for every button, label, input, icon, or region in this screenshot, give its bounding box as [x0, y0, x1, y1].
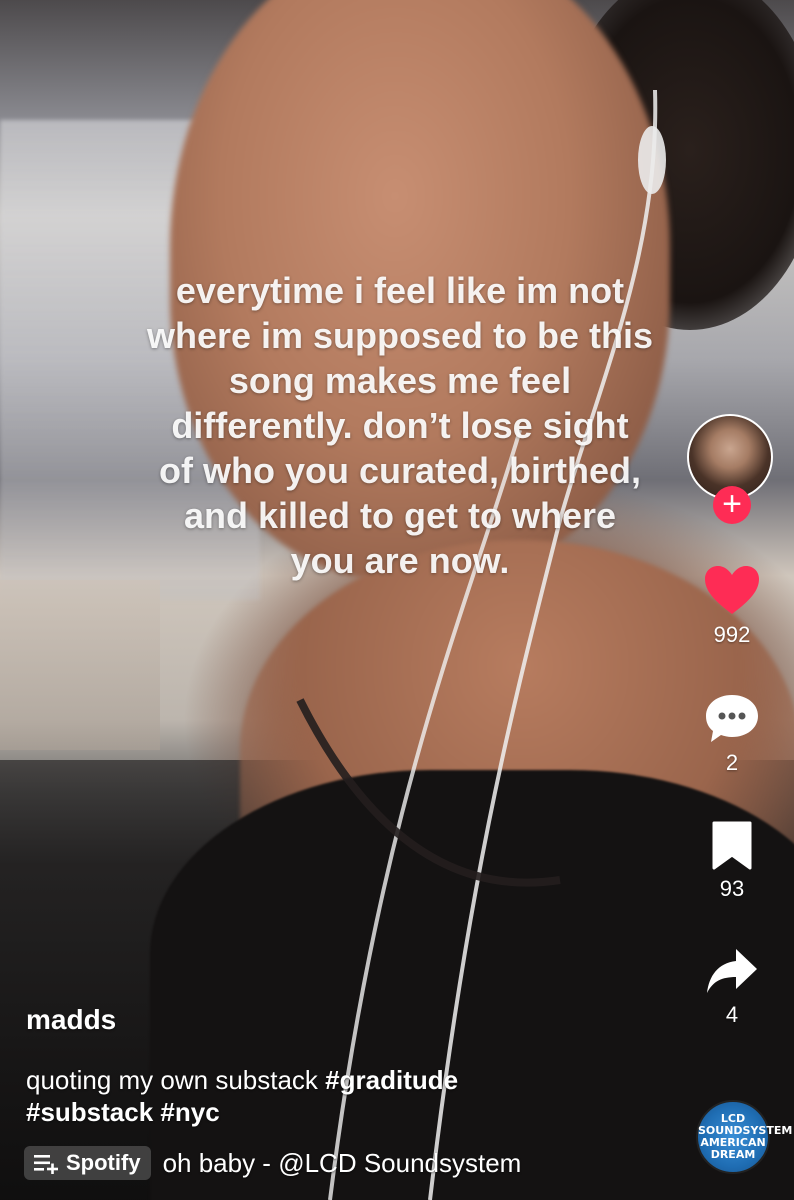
- album-disc[interactable]: LCD SOUNDSYSTEM AMERICAN DREAM: [696, 1100, 792, 1174]
- spotify-label: Spotify: [66, 1150, 141, 1175]
- video-screen[interactable]: everytime i feel like im not where im su…: [0, 0, 794, 1200]
- add-to-playlist-icon: [32, 1152, 60, 1174]
- action-rail: + 992 2 93 4: [684, 414, 780, 1028]
- hashtag-substack[interactable]: #substack: [26, 1097, 153, 1127]
- album-line-4: DREAM: [710, 1148, 756, 1161]
- share-arrow-icon: [707, 949, 757, 993]
- like-count: 992: [713, 622, 751, 647]
- share-count: 4: [725, 1002, 739, 1027]
- save-count: 93: [719, 876, 745, 901]
- comment-count: 2: [725, 750, 739, 775]
- comment-bubble-icon: [706, 695, 758, 742]
- spotify-chip[interactable]: Spotify: [24, 1146, 151, 1180]
- comment-button[interactable]: 2: [703, 692, 761, 776]
- post-description: quoting my own substack #graditude #subs…: [26, 1064, 626, 1128]
- description-text: quoting my own substack: [26, 1065, 318, 1095]
- creator-username[interactable]: madds: [26, 1004, 116, 1036]
- save-button[interactable]: 93: [709, 820, 755, 902]
- like-button[interactable]: 992: [703, 564, 761, 648]
- heart-icon: [705, 566, 759, 614]
- hashtag-nyc[interactable]: #nyc: [160, 1097, 219, 1127]
- hashtag-graditude[interactable]: #graditude: [325, 1065, 458, 1095]
- creator-avatar-group[interactable]: +: [687, 414, 777, 524]
- bookmark-icon: [712, 821, 752, 870]
- video-caption-overlay: everytime i feel like im not where im su…: [146, 270, 654, 581]
- music-row[interactable]: Spotify oh baby - @LCD Soundsystem: [24, 1146, 583, 1180]
- music-title[interactable]: oh baby - @LCD Soundsystem: [163, 1148, 583, 1179]
- follow-button[interactable]: +: [713, 486, 751, 524]
- earphone-wire: [296, 89, 666, 1200]
- share-button[interactable]: 4: [704, 946, 760, 1028]
